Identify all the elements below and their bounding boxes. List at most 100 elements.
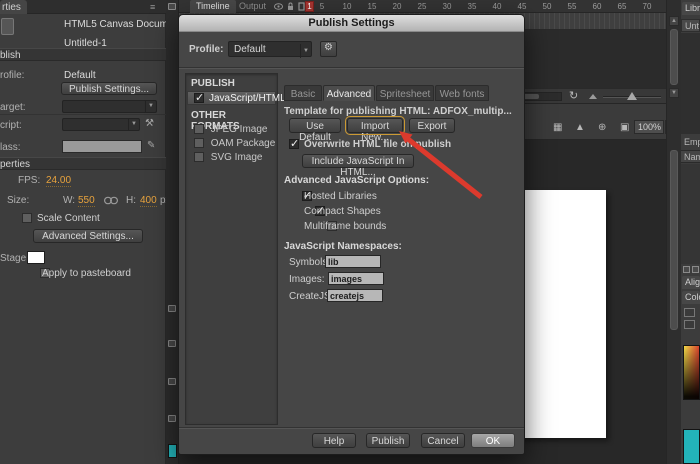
width-value[interactable]: 550 [78, 195, 95, 207]
javascript-html-checkbox[interactable]: ✓ [194, 92, 205, 104]
format-row-oam[interactable]: OAM Package [194, 138, 275, 150]
publish-section-header[interactable]: blish [0, 48, 166, 61]
dialog-titlebar[interactable]: Publish Settings [179, 15, 524, 32]
center-stage-icon[interactable]: ⊕ [598, 122, 606, 133]
oam-checkbox[interactable] [194, 138, 204, 148]
fps-value[interactable]: 24.00 [46, 175, 72, 187]
frame-number: 15 [367, 2, 377, 11]
timeline-h-scrollbar[interactable] [520, 92, 562, 101]
tab-color[interactable]: Colo [682, 291, 700, 304]
include-javascript-button[interactable]: Include JavaScript In HTML... [302, 154, 414, 178]
library-count-label: Empt [684, 137, 700, 147]
tab-align[interactable]: Alig [682, 276, 700, 289]
createjs-field[interactable] [327, 289, 383, 302]
height-label: H: [126, 195, 136, 206]
publish-format-list: PUBLISH ✓ JavaScript/HTML OTHER FORMATS … [185, 73, 286, 425]
dock-panel-icon[interactable] [168, 305, 176, 312]
format-row-javascript-html[interactable]: ✓ JavaScript/HTML [187, 91, 286, 105]
frame-number: 25 [417, 2, 427, 11]
height-value[interactable]: 400 [140, 195, 157, 207]
script-dropdown[interactable]: ▼ [62, 118, 140, 131]
help-button[interactable]: Help [312, 433, 356, 448]
publish-button[interactable]: Publish [366, 433, 410, 448]
edit-scene-icon[interactable]: ▦ [553, 122, 562, 133]
playhead-marker[interactable]: 1 [305, 1, 314, 12]
class-field[interactable] [62, 140, 142, 153]
pencil-icon[interactable]: ✎ [147, 140, 155, 151]
dock-panel-icon[interactable] [168, 3, 176, 10]
zoom-out-frames-icon[interactable] [589, 94, 597, 99]
clip-content-icon[interactable]: ▣ [620, 122, 629, 133]
stage-zoom-value[interactable]: 100% [634, 120, 664, 134]
loop-playback-icon[interactable]: ↻ [569, 89, 578, 102]
tab-web-fonts[interactable]: Web fonts [435, 85, 489, 101]
format-label: JavaScript/HTML [209, 93, 286, 104]
timeline-scroll-down[interactable]: ▼ [669, 88, 679, 98]
dock-fill-color-swatch[interactable] [168, 444, 177, 458]
library-name-column-header[interactable]: Nam [681, 150, 700, 163]
frame-size-slider-thumb[interactable] [627, 92, 637, 100]
fps-label: FPS: [18, 175, 41, 186]
dock-panel-icon[interactable] [168, 378, 176, 385]
tab-output[interactable]: Output [233, 0, 272, 13]
use-default-button[interactable]: Use Default [289, 118, 341, 143]
timeline-h-scroll-thumb[interactable] [523, 94, 539, 99]
profile-dropdown[interactable]: Default ▼ [228, 41, 312, 58]
import-new-button[interactable]: Import New... [345, 116, 405, 143]
tab-properties[interactable]: rties [0, 0, 27, 14]
tab-spritesheet[interactable]: Spritesheet [376, 85, 434, 101]
ok-button[interactable]: OK [471, 433, 515, 448]
color-gradient-picker[interactable] [683, 345, 700, 400]
timeline-scroll-thumb[interactable] [670, 29, 678, 85]
dialog-title: Publish Settings [308, 17, 395, 29]
format-row-jpeg[interactable]: JPEG Image [194, 124, 267, 136]
stroke-color-button[interactable] [684, 308, 695, 317]
outline-layers-icon[interactable] [298, 2, 305, 11]
overwrite-html-checkbox[interactable]: ✓ [289, 138, 300, 150]
dialog-footer-divider [179, 427, 524, 429]
jpeg-checkbox[interactable] [194, 124, 204, 134]
advanced-settings-button[interactable]: Advanced Settings... [33, 229, 143, 243]
cancel-button[interactable]: Cancel [421, 433, 465, 448]
library-footer-icon[interactable] [692, 266, 699, 273]
document-type: HTML5 Canvas Document [64, 19, 166, 30]
apply-pasteboard-label: Apply to pasteboard [42, 268, 131, 279]
dock-panel-icon[interactable] [168, 340, 176, 347]
selected-fill-color-swatch[interactable] [683, 429, 700, 464]
check-icon: ✓ [290, 138, 300, 150]
format-row-svg[interactable]: SVG Image [194, 152, 262, 164]
images-field[interactable] [328, 272, 384, 285]
dock-panel-icon[interactable] [168, 415, 176, 422]
symbols-field[interactable] [325, 255, 381, 268]
profile-options-gear-button[interactable]: ⚙ [320, 41, 337, 57]
wrench-icon[interactable]: ⚒ [145, 118, 154, 129]
tab-advanced[interactable]: Advanced [323, 85, 375, 101]
properties-section-header[interactable]: perties [0, 157, 166, 170]
stage-scroll-thumb[interactable] [670, 150, 678, 330]
scale-content-checkbox[interactable] [22, 213, 32, 223]
frame-number: 65 [617, 2, 627, 11]
publish-settings-button[interactable]: Publish Settings... [61, 82, 157, 95]
link-dimensions-icon[interactable] [104, 196, 118, 205]
timeline-scroll-up[interactable]: ▲ [669, 16, 679, 26]
library-footer-icon[interactable] [683, 266, 690, 273]
check-icon: ✓ [195, 92, 205, 104]
frame-number: 60 [592, 2, 602, 11]
tab-timeline[interactable]: Timeline [190, 0, 236, 13]
edit-symbols-icon[interactable]: ▲ [575, 122, 585, 133]
frame-number: 70 [642, 2, 652, 11]
library-item-list[interactable] [681, 164, 700, 264]
svg-checkbox[interactable] [194, 152, 204, 162]
panel-menu-icon[interactable]: ≡ [150, 2, 155, 12]
tab-basic[interactable]: Basic [284, 85, 322, 101]
tab-library[interactable]: Libra [682, 2, 700, 15]
show-hide-layers-icon[interactable] [274, 3, 283, 10]
format-label: OAM Package [210, 138, 276, 149]
fill-color-button[interactable] [684, 320, 695, 329]
library-document-dropdown[interactable]: Unt [681, 19, 700, 32]
scrollbar-column: ▲ ▼ [666, 0, 681, 464]
target-dropdown[interactable]: ▼ [62, 100, 157, 113]
export-button[interactable]: Export [409, 118, 455, 133]
lock-layers-icon[interactable] [287, 2, 294, 11]
stage-color-swatch[interactable] [27, 251, 45, 264]
